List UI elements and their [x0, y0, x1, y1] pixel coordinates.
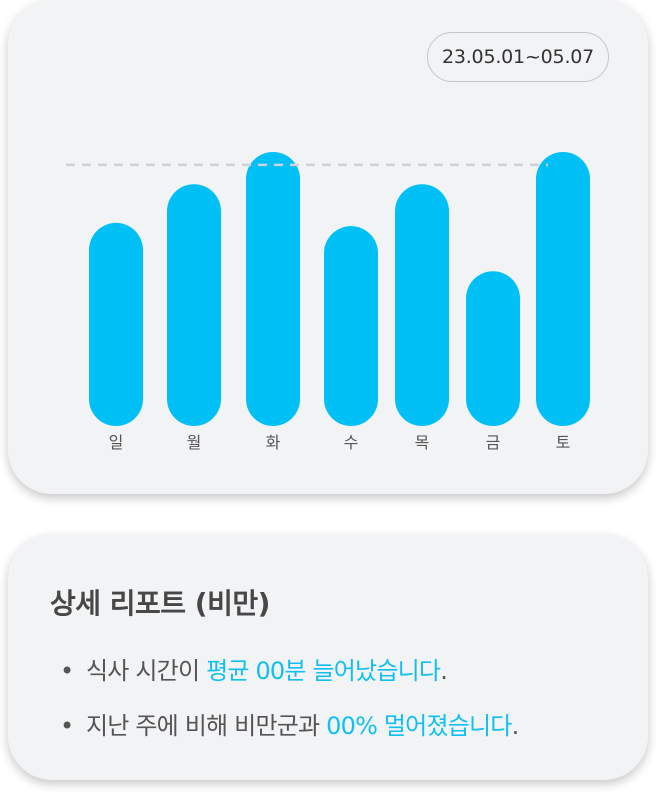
detail-report-card: 상세 리포트 (비만) • 식사 시간이 평균 00분 늘어났습니다. • 지난 주…	[8, 534, 648, 780]
report-item-text: 식사 시간이	[86, 657, 207, 685]
bar-2[interactable]	[167, 184, 221, 426]
bar-1[interactable]	[89, 222, 143, 426]
bar-7[interactable]	[536, 152, 590, 426]
bar-6[interactable]	[466, 271, 520, 426]
day-label-7: 토	[556, 433, 571, 452]
bar-5[interactable]	[395, 184, 449, 426]
bar-4[interactable]	[324, 226, 378, 426]
report-item-text: 지난 주에 비해 비만군과	[86, 712, 327, 740]
day-label-3: 화	[266, 433, 281, 452]
day-label-5: 목	[415, 433, 430, 452]
report-item-1: • 식사 시간이 평균 00분 늘어났습니다.	[60, 651, 448, 686]
report-item-suffix: .	[511, 712, 520, 740]
report-item-highlight: 평균 00분 늘어났습니다	[206, 657, 441, 685]
day-label-6: 금	[486, 433, 501, 452]
day-label-2: 월	[187, 433, 202, 452]
weekly-bar-chart: 일월화수목금토	[66, 152, 590, 452]
report-title: 상세 리포트 (비만)	[50, 587, 270, 620]
bullet-icon: •	[60, 712, 74, 740]
report-item-highlight: 00% 멀어졌습니다	[326, 712, 512, 740]
day-label-1: 일	[109, 433, 124, 452]
bullet-icon: •	[60, 657, 74, 685]
day-label-4: 수	[344, 433, 359, 452]
report-item-2: • 지난 주에 비해 비만군과 00% 멀어졌습니다.	[60, 706, 520, 741]
weekly-chart-card: 23.05.01~05.07 일월화수목금토	[8, 0, 648, 494]
bar-3[interactable]	[246, 152, 300, 426]
report-item-suffix: .	[440, 657, 448, 685]
